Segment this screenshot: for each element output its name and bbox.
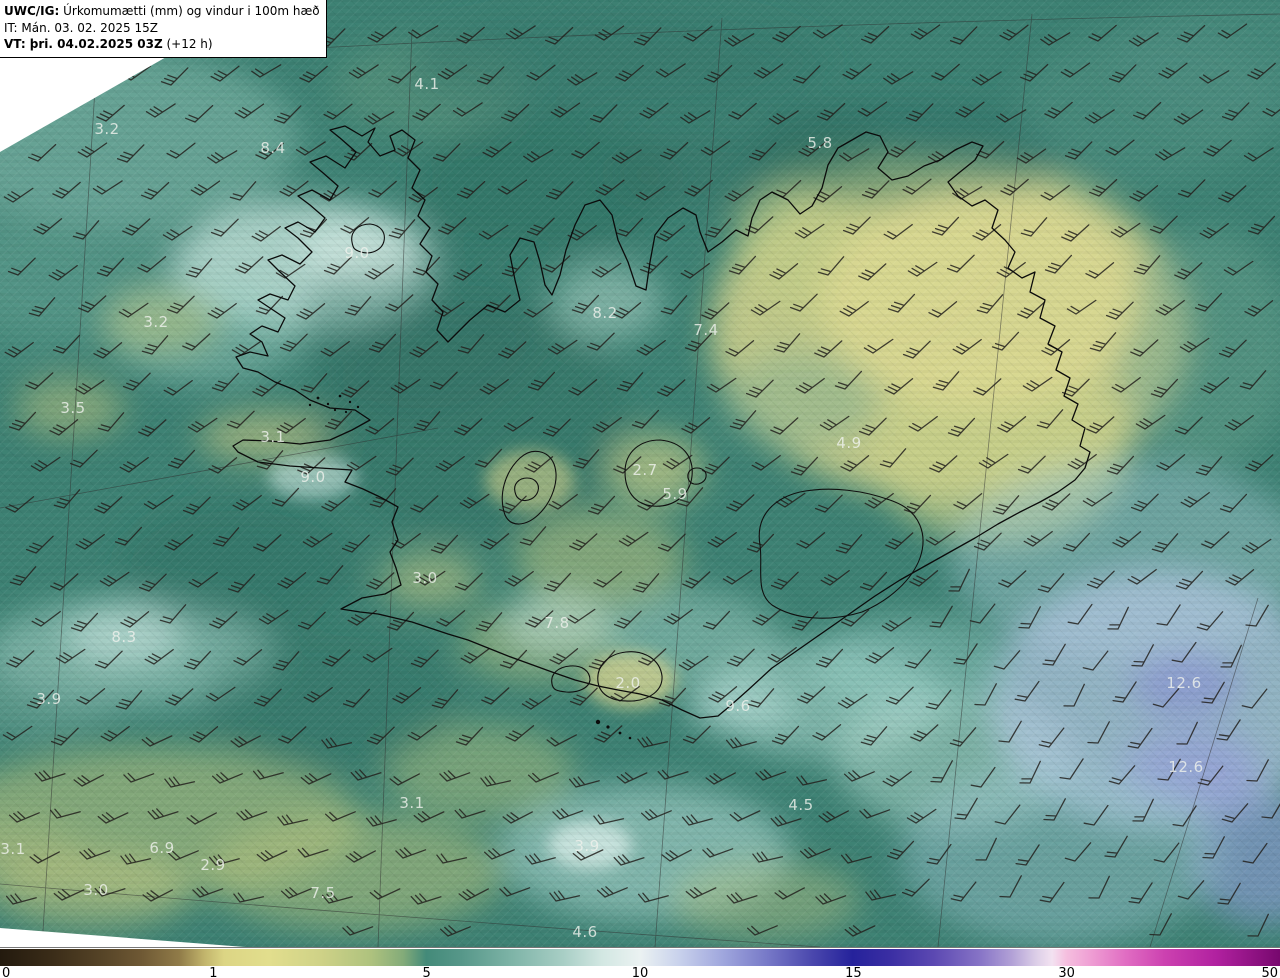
graticule-lines: [0, 13, 1280, 947]
colorbar-tick-label: 50: [1261, 966, 1278, 978]
colorbar-gradient: [0, 949, 1280, 966]
island-dot: [606, 725, 610, 729]
island-dot: [308, 403, 312, 407]
islands: [308, 394, 632, 740]
glacier-contours: [351, 223, 924, 702]
island-dot: [628, 736, 632, 740]
colorbar-tick-labels: 0 1 5 10 15 30 50: [0, 966, 1280, 978]
valid-time: VT: þri. 04.02.2025 03Z: [4, 37, 163, 52]
glacier-outline: [501, 450, 557, 525]
island-dot: [618, 731, 622, 735]
colorbar-tick-label: 0: [2, 966, 11, 978]
glacier-outline: [624, 439, 693, 507]
graticule-line: [0, 883, 821, 947]
init-time-line: IT: Mán. 03. 02. 2025 15Z: [4, 20, 158, 35]
glacier-outline: [687, 467, 707, 485]
valid-offset: (+12 h): [162, 37, 213, 52]
weather-map-page: 4.1 8.4 5.8 3.2 9.0 3.2 8.2 7.4 3.5 3.1 9.0 4.9 2.7 5…: [0, 0, 1280, 978]
colorbar: 0 1 5 10 15 30 50: [0, 947, 1280, 978]
island-dot: [356, 405, 360, 409]
colorbar-tick-label: 10: [631, 966, 649, 978]
island-dot: [333, 408, 337, 412]
glacier-outline: [351, 223, 385, 254]
island-dot: [348, 400, 352, 404]
island-dot: [338, 394, 342, 398]
colorbar-tick-label: 5: [422, 966, 431, 978]
colorbar-tick-label: 15: [845, 966, 862, 978]
colorbar-tick-label: 1: [209, 966, 218, 978]
product-code: UWC/IG:: [4, 4, 60, 18]
colorbar-tick-label: 30: [1058, 966, 1075, 978]
product-title: Úrkomumætti (mm) og vindur i 100m hæð: [59, 4, 320, 18]
glacier-outline: [514, 477, 539, 502]
island-dot: [595, 719, 601, 725]
map-lines: [0, 13, 1280, 947]
graticule-line: [0, 427, 439, 509]
glacier-outline: [758, 488, 924, 619]
title-box: UWC/IG: Úrkomumætti (mm) og vindur i 100…: [0, 0, 327, 58]
wind-barbs-layer: [2, 23, 1280, 937]
map-canvas: 4.1 8.4 5.8 3.2 9.0 3.2 8.2 7.4 3.5 3.1 9.0 4.9 2.7 5…: [0, 0, 1280, 947]
graticule-line: [377, 29, 413, 947]
coastline: [232, 125, 1091, 719]
valid-time-line: VT: þri. 04.02.2025 03Z (+12 h): [4, 36, 320, 53]
island-dot: [326, 402, 330, 406]
island-dot: [344, 410, 348, 414]
wind-barb-glyphs: [2, 23, 1280, 937]
graticule-line: [1149, 597, 1259, 947]
coastline-path: [232, 125, 1091, 719]
product-title-line: UWC/IG: Úrkomumætti (mm) og vindur i 100…: [4, 3, 320, 20]
island-dot: [316, 396, 320, 400]
